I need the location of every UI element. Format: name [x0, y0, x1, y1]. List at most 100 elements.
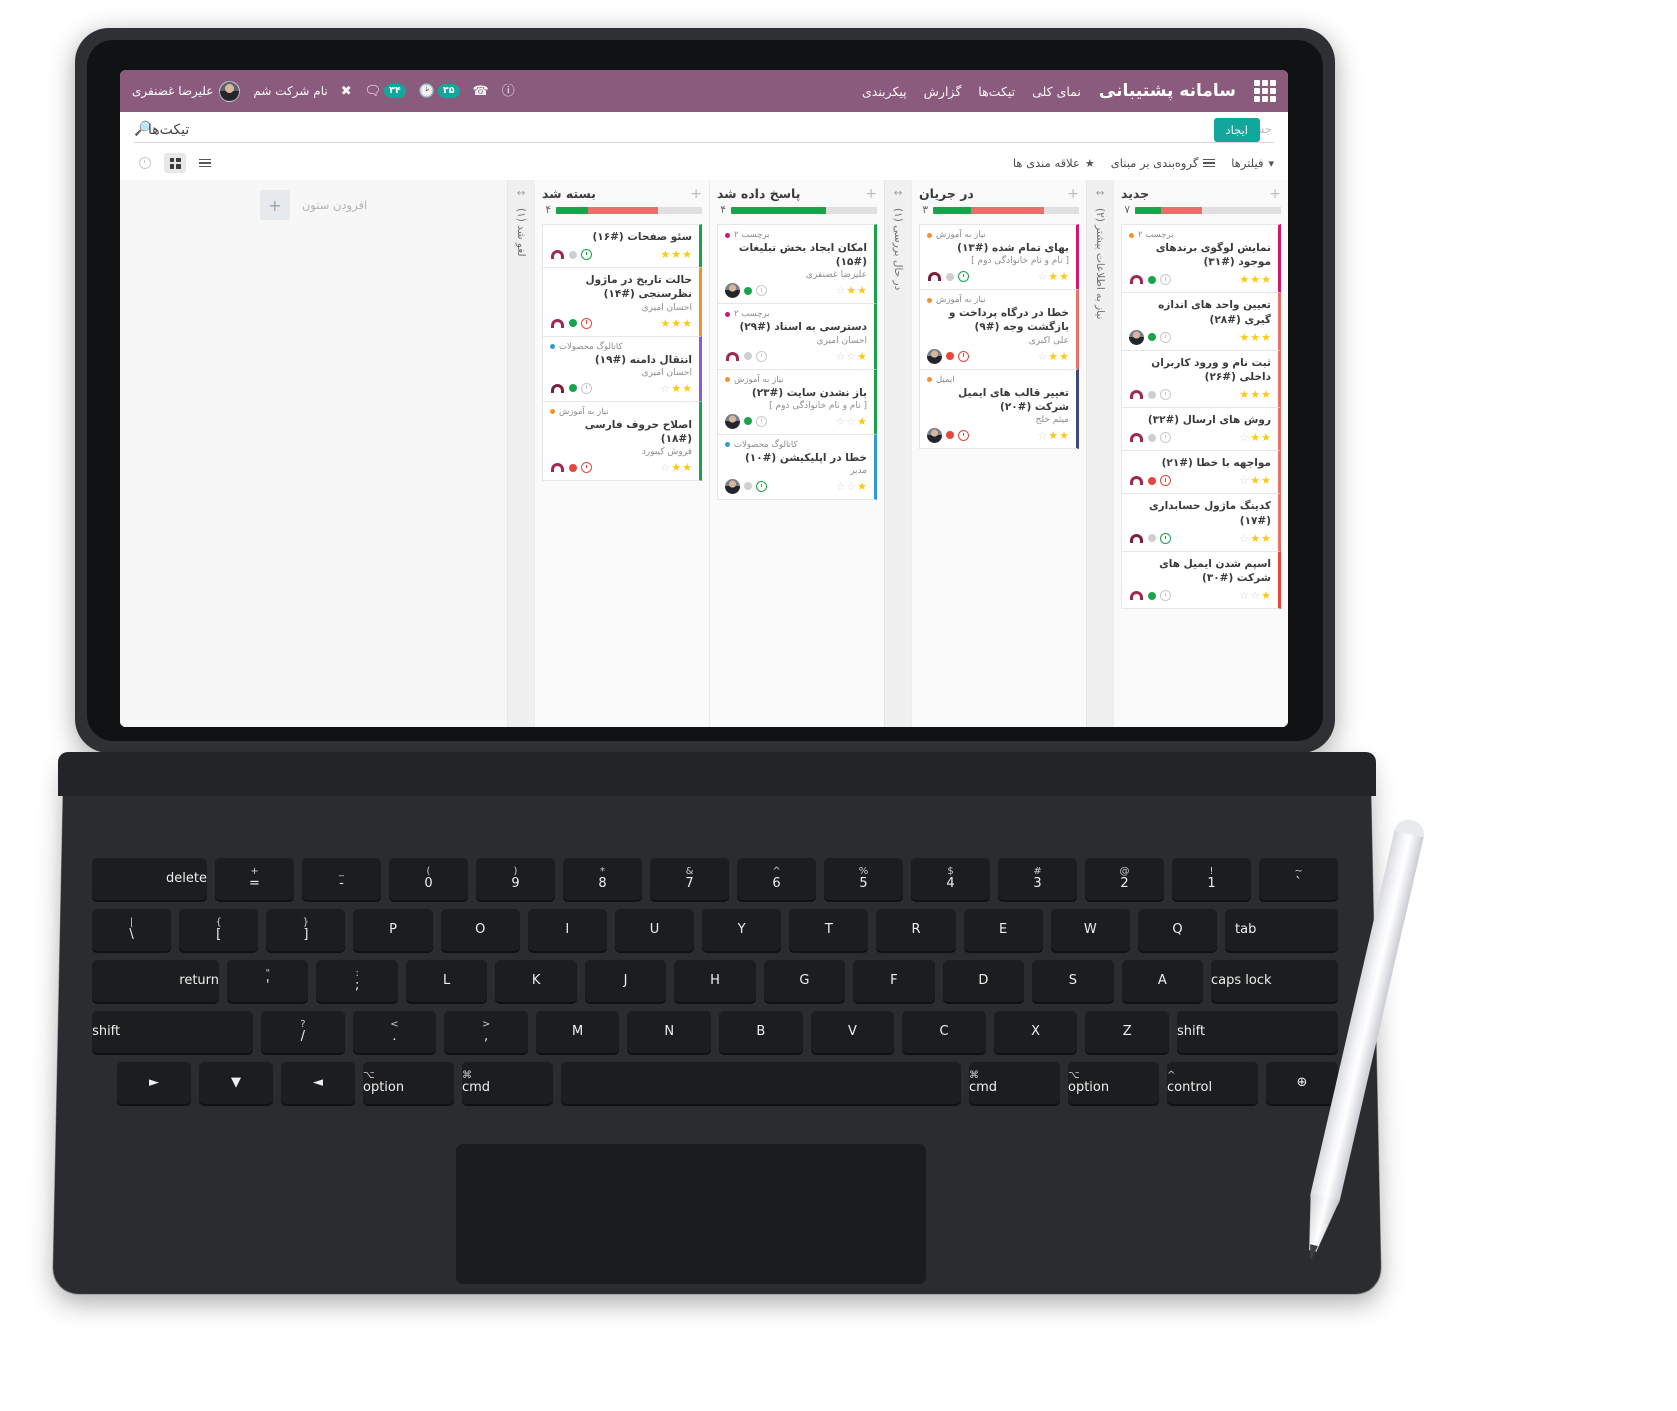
key-'[interactable]: " ': [227, 960, 309, 1002]
key-y[interactable]: Y: [702, 909, 782, 951]
status-dot[interactable]: [569, 319, 577, 328]
star-icon[interactable]: ★: [1048, 351, 1058, 362]
star-icon[interactable]: ★: [1239, 332, 1249, 343]
add-card-icon[interactable]: +: [690, 187, 702, 201]
key-g[interactable]: G: [763, 960, 846, 1002]
add-card-icon[interactable]: +: [865, 187, 877, 201]
priority-stars[interactable]: ★ ★ ★: [1239, 332, 1271, 343]
priority-stars[interactable]: ☆ ★ ★: [1037, 271, 1069, 282]
key-q[interactable]: Q: [1137, 909, 1217, 951]
kanban-card[interactable]: تعیین واحد های اندازه گیری (#۲۸) ★ ★ ★: [1121, 292, 1281, 351]
key-j[interactable]: J: [584, 960, 667, 1002]
key-x[interactable]: X: [993, 1011, 1078, 1053]
star-icon[interactable]: ★: [660, 318, 670, 329]
kanban-card[interactable]: برچسب ۲ نمایش لوگوی برندهای موجود (#۳۱) ★ ★…: [1121, 224, 1281, 294]
star-icon[interactable]: ★: [1250, 533, 1260, 544]
key-6[interactable]: ^ 6: [737, 858, 816, 900]
key-cmd[interactable]: ⌘ cmd: [462, 1062, 553, 1104]
star-icon[interactable]: ★: [1250, 432, 1260, 443]
expand-arrows-icon[interactable]: ↔: [894, 188, 902, 199]
star-icon[interactable]: ★: [671, 318, 681, 329]
key--[interactable]: _ -: [302, 858, 381, 900]
key-h[interactable]: H: [674, 960, 756, 1002]
key-b[interactable]: B: [719, 1011, 803, 1053]
star-icon[interactable]: ☆: [1239, 590, 1249, 601]
activity-indicator[interactable]: ۳۵ 🕑: [419, 83, 460, 99]
key-k[interactable]: K: [495, 960, 577, 1002]
star-icon[interactable]: ☆: [660, 462, 670, 473]
status-dot[interactable]: [1148, 476, 1156, 485]
key-►[interactable]: ►: [117, 1062, 191, 1104]
phone-icon[interactable]: ☎: [473, 85, 489, 98]
star-icon[interactable]: ★: [671, 383, 681, 394]
priority-stars[interactable]: ☆ ★ ★: [1037, 351, 1069, 362]
key-shift[interactable]: shift: [92, 1011, 254, 1053]
star-icon[interactable]: ☆: [1037, 351, 1047, 362]
key-7[interactable]: & 7: [650, 858, 729, 900]
key-◄[interactable]: ◄: [281, 1062, 355, 1104]
key-option[interactable]: ⌥ option: [363, 1062, 454, 1104]
add-card-icon[interactable]: +: [1067, 187, 1079, 201]
priority-stars[interactable]: ☆ ★ ★: [835, 285, 867, 296]
key-cmd[interactable]: ⌘ cmd: [969, 1062, 1060, 1104]
star-icon[interactable]: ★: [1059, 351, 1069, 362]
key-][interactable]: }]: [179, 909, 259, 951]
star-icon[interactable]: ★: [857, 351, 867, 362]
favorites-button[interactable]: ★ علاقه مندی ها: [1013, 156, 1095, 170]
key-\[interactable]: | \: [91, 909, 172, 951]
star-icon[interactable]: ★: [671, 462, 681, 473]
star-icon[interactable]: ★: [1048, 271, 1058, 282]
user-menu[interactable]: علیرضا غضنفری: [132, 80, 241, 102]
status-dot[interactable]: [569, 250, 577, 259]
status-dot[interactable]: [946, 431, 954, 440]
key-/[interactable]: ? /: [261, 1011, 345, 1053]
star-icon[interactable]: ☆: [835, 351, 845, 362]
scissors-icon[interactable]: ✖: [341, 84, 352, 99]
company-name[interactable]: نام شرکت شم: [253, 84, 327, 98]
kanban-card[interactable]: کدینگ ماژول حسابداری (#۱۷) ☆ ★ ★: [1121, 493, 1281, 552]
star-icon[interactable]: ★: [1239, 389, 1249, 400]
star-icon[interactable]: ☆: [835, 481, 845, 492]
star-icon[interactable]: ★: [857, 481, 867, 492]
status-dot[interactable]: [569, 384, 577, 393]
priority-stars[interactable]: ☆ ☆ ★: [835, 481, 867, 492]
status-dot[interactable]: [1148, 390, 1156, 399]
filters-button[interactable]: ▾ فیلترها: [1231, 156, 1274, 170]
key-d[interactable]: D: [942, 960, 1025, 1002]
star-icon[interactable]: ☆: [846, 416, 856, 427]
key-,[interactable]: <,: [444, 1011, 528, 1053]
nav-item-overview[interactable]: نمای کلی: [1032, 84, 1081, 99]
collapsed-column[interactable]: ↔ نیاز به اطلاعات بیشتر (۲): [1086, 180, 1113, 727]
star-icon[interactable]: ☆: [1239, 432, 1249, 443]
key-u[interactable]: U: [614, 909, 695, 951]
key-return[interactable]: return: [92, 960, 220, 1002]
priority-stars[interactable]: ☆ ★ ★: [1239, 475, 1271, 486]
star-icon[interactable]: ★: [1239, 274, 1249, 285]
key-[[interactable]: {[: [266, 909, 346, 951]
star-icon[interactable]: ★: [1261, 389, 1271, 400]
kanban-card[interactable]: روش های ارسال (#۳۲) ☆ ★ ★: [1121, 407, 1281, 452]
star-icon[interactable]: ☆: [1239, 475, 1249, 486]
kanban-card[interactable]: نیاز به آموزش خطا در درگاه پرداخت و بازگش…: [919, 289, 1079, 370]
key-2[interactable]: @2: [1085, 858, 1164, 900]
priority-stars[interactable]: ☆ ★ ★: [1239, 533, 1271, 544]
key-z[interactable]: Z: [1085, 1011, 1169, 1053]
star-icon[interactable]: ★: [671, 249, 681, 260]
key-m[interactable]: M: [535, 1011, 620, 1053]
star-icon[interactable]: ★: [1261, 332, 1271, 343]
kanban-card[interactable]: سئو صفحات (#۱۶) ★ ★ ★: [542, 224, 702, 269]
priority-stars[interactable]: ☆ ☆ ★: [835, 351, 867, 362]
key-.[interactable]: >.: [352, 1011, 437, 1053]
star-icon[interactable]: ★: [1261, 274, 1271, 285]
star-icon[interactable]: ★: [682, 383, 692, 394]
key-;[interactable]: :;: [316, 960, 398, 1002]
status-dot[interactable]: [744, 286, 752, 295]
star-icon[interactable]: ★: [682, 249, 692, 260]
star-icon[interactable]: ★: [1261, 475, 1271, 486]
key-w[interactable]: W: [1050, 909, 1130, 951]
star-icon[interactable]: ★: [1250, 389, 1260, 400]
star-icon[interactable]: ★: [660, 249, 670, 260]
star-icon[interactable]: ★: [1250, 274, 1260, 285]
kanban-grid-icon[interactable]: [164, 153, 186, 173]
star-icon[interactable]: ☆: [846, 481, 856, 492]
